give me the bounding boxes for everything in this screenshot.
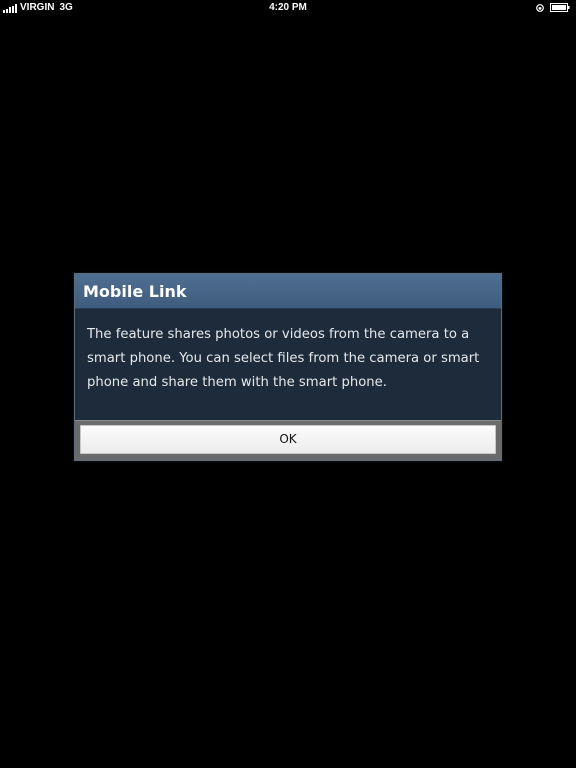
- status-bar: VIRGIN 3G 4:20 PM: [0, 0, 576, 16]
- mobile-link-dialog: Mobile Link The feature shares photos or…: [74, 273, 502, 461]
- battery-icon: [550, 3, 570, 12]
- status-time: 4:20 PM: [269, 2, 307, 13]
- dialog-title: Mobile Link: [83, 282, 187, 301]
- dialog-footer: OK: [75, 420, 501, 460]
- dialog-message: The feature shares photos or videos from…: [87, 327, 480, 390]
- dialog-header: Mobile Link: [75, 274, 501, 309]
- dialog-body: The feature shares photos or videos from…: [75, 309, 501, 420]
- orientation-lock-icon: [536, 3, 544, 12]
- ok-button[interactable]: OK: [80, 425, 496, 454]
- status-right: [536, 2, 570, 13]
- screen: VIRGIN 3G 4:20 PM Mobile Link The featur…: [0, 0, 576, 768]
